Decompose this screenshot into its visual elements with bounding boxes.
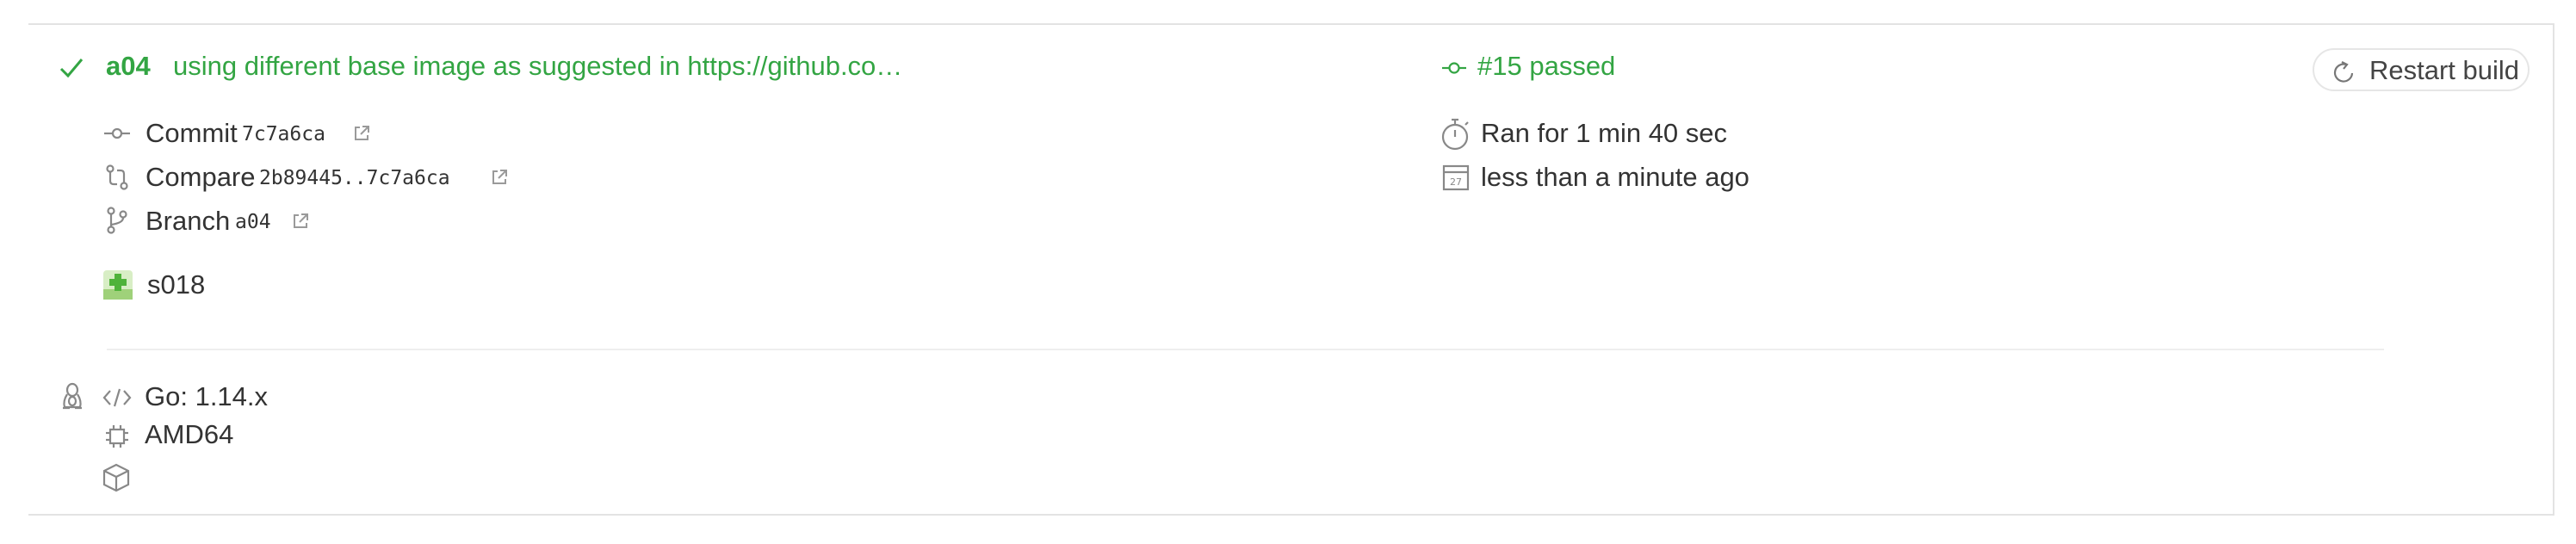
code-icon <box>102 388 132 407</box>
calendar-day: 27 <box>1450 176 1462 188</box>
stopwatch-icon <box>1441 118 1469 151</box>
restart-icon <box>2333 61 2354 83</box>
calendar-icon: 27 <box>1442 164 1470 191</box>
avatar[interactable] <box>103 270 133 300</box>
external-link-icon[interactable] <box>490 168 509 187</box>
external-link-icon[interactable] <box>352 124 371 143</box>
architecture: AMD64 <box>145 419 234 449</box>
restart-build-button[interactable]: Restart build <box>2313 48 2530 91</box>
branch-name-link[interactable]: a04 <box>235 211 271 233</box>
linux-icon <box>63 382 82 410</box>
commit-message-link[interactable]: using different base image as suggested … <box>173 49 902 83</box>
check-icon <box>59 59 84 78</box>
compare-icon <box>106 164 128 190</box>
build-card <box>28 23 2554 516</box>
external-link-icon[interactable] <box>291 212 310 231</box>
compare-label: Compare <box>146 162 256 192</box>
build-duration: Ran for 1 min 40 sec <box>1481 118 1728 148</box>
language-version: Go: 1.14.x <box>145 381 269 411</box>
commit-icon <box>104 127 130 139</box>
author-name[interactable]: s018 <box>147 268 205 302</box>
section-divider <box>107 349 2384 350</box>
commit-icon <box>1442 62 1466 74</box>
branch-icon <box>107 207 127 234</box>
build-number-link[interactable]: #15 passed <box>1477 49 1615 83</box>
branch-link[interactable]: a04 <box>106 49 151 83</box>
box-icon <box>102 463 130 492</box>
build-finished-time: less than a minute ago <box>1481 162 1749 192</box>
compare-range-link[interactable]: 2b89445..7c7a6ca <box>259 167 450 189</box>
restart-build-label: Restart build <box>2369 55 2520 85</box>
cpu-icon <box>106 425 128 448</box>
branch-label: Branch <box>146 206 231 236</box>
commit-label: Commit <box>146 118 238 148</box>
commit-sha-link[interactable]: 7c7a6ca <box>242 123 325 145</box>
